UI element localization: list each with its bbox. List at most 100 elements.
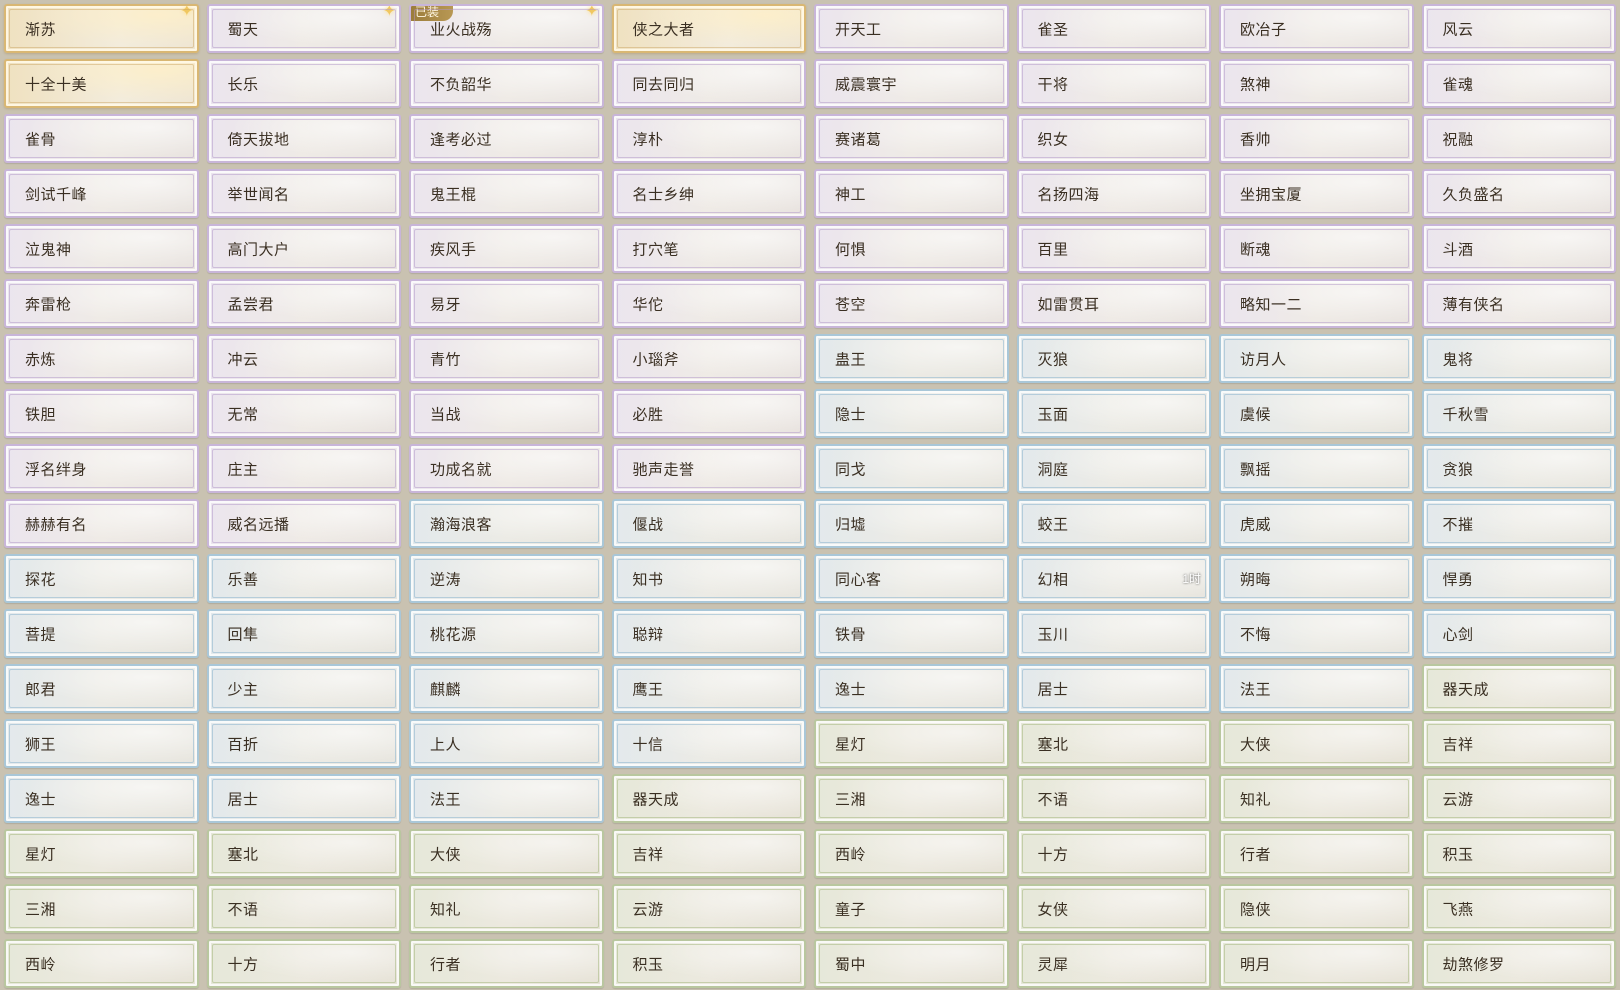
title-tile[interactable]: 无常 — [206, 389, 401, 438]
title-tile[interactable]: 蛊王 — [814, 334, 1009, 383]
title-tile[interactable]: 功成名就 — [409, 444, 604, 493]
title-tile[interactable]: 逆涛 — [409, 554, 604, 603]
title-tile[interactable]: 必胜 — [611, 389, 806, 438]
title-tile[interactable]: 不负韶华 — [409, 59, 604, 108]
title-tile[interactable]: 风云 — [1421, 4, 1616, 53]
title-tile[interactable]: 香帅 — [1219, 114, 1414, 163]
title-tile[interactable]: 蜀天 ✦ — [206, 4, 401, 53]
title-tile[interactable]: 淳朴 — [611, 114, 806, 163]
title-tile[interactable]: 逸士 — [814, 664, 1009, 713]
title-tile[interactable]: 星灯 — [814, 719, 1009, 768]
title-tile[interactable]: 煞神 — [1219, 59, 1414, 108]
title-tile[interactable]: 打穴笔 — [611, 224, 806, 273]
title-tile[interactable]: 坐拥宝厦 — [1219, 169, 1414, 218]
title-tile[interactable]: 同心客 — [814, 554, 1009, 603]
title-tile[interactable]: 鬼将 — [1421, 334, 1616, 383]
title-tile[interactable]: 庄主 — [206, 444, 401, 493]
title-tile[interactable]: 铁胆 — [4, 389, 199, 438]
title-tile[interactable]: 云游 — [1421, 774, 1616, 823]
title-tile[interactable]: 赛诸葛 — [814, 114, 1009, 163]
title-tile[interactable]: 同戈 — [814, 444, 1009, 493]
title-tile[interactable]: 干将 — [1016, 59, 1211, 108]
title-tile[interactable]: 冲云 — [206, 334, 401, 383]
title-tile[interactable]: 当战 — [409, 389, 604, 438]
title-tile[interactable]: 祝融 — [1421, 114, 1616, 163]
title-tile[interactable]: 上人 — [409, 719, 604, 768]
title-tile[interactable]: 开天工 — [814, 4, 1009, 53]
title-tile[interactable]: 雀魂 — [1421, 59, 1616, 108]
title-tile[interactable]: 知书 — [611, 554, 806, 603]
title-tile[interactable]: 居士 — [1016, 664, 1211, 713]
title-tile[interactable]: 赤炼 — [4, 334, 199, 383]
title-tile[interactable]: 法王 — [409, 774, 604, 823]
title-tile[interactable]: 知礼 — [409, 884, 604, 933]
title-tile[interactable]: 孟尝君 — [206, 279, 401, 328]
title-tile[interactable]: 铁骨 — [814, 609, 1009, 658]
title-tile[interactable]: 易牙 — [409, 279, 604, 328]
title-tile[interactable]: 浮名绊身 — [4, 444, 199, 493]
title-tile[interactable]: 百里 — [1016, 224, 1211, 273]
title-tile[interactable]: 雀骨 — [4, 114, 199, 163]
title-tile[interactable]: 洞庭 — [1016, 444, 1211, 493]
title-tile[interactable]: 归墟 — [814, 499, 1009, 548]
title-tile[interactable]: 玉川 — [1016, 609, 1211, 658]
title-tile[interactable]: 不语 — [206, 884, 401, 933]
title-tile[interactable]: 不悔 — [1219, 609, 1414, 658]
title-tile[interactable]: 鬼王棍 — [409, 169, 604, 218]
title-tile[interactable]: 西岭 — [4, 939, 199, 988]
title-tile[interactable]: 雀圣 — [1016, 4, 1211, 53]
title-tile[interactable]: 威震寰宇 — [814, 59, 1009, 108]
title-tile[interactable]: 劫煞修罗 — [1421, 939, 1616, 988]
title-tile[interactable]: 乐善 — [206, 554, 401, 603]
title-tile[interactable]: 三湘 — [4, 884, 199, 933]
title-tile[interactable]: 略知一二 — [1219, 279, 1414, 328]
title-tile[interactable]: 逢考必过 — [409, 114, 604, 163]
title-tile[interactable]: 名扬四海 — [1016, 169, 1211, 218]
title-tile[interactable]: 朔晦 — [1219, 554, 1414, 603]
title-tile[interactable]: 飞燕 — [1421, 884, 1616, 933]
title-tile[interactable]: 灵犀 — [1016, 939, 1211, 988]
title-tile[interactable]: 菩提 — [4, 609, 199, 658]
title-tile[interactable]: 逸士 — [4, 774, 199, 823]
title-tile[interactable]: 回隼 — [206, 609, 401, 658]
title-tile[interactable]: 不语 — [1016, 774, 1211, 823]
title-tile[interactable]: 桃花源 — [409, 609, 604, 658]
title-tile[interactable]: 剑试千峰 — [4, 169, 199, 218]
title-tile[interactable]: 器天成 — [611, 774, 806, 823]
title-tile[interactable]: 十方 — [206, 939, 401, 988]
title-tile[interactable]: 明月 — [1219, 939, 1414, 988]
title-tile[interactable]: 女侠 — [1016, 884, 1211, 933]
title-tile[interactable]: 飘摇 — [1219, 444, 1414, 493]
title-tile[interactable]: 千秋雪 — [1421, 389, 1616, 438]
title-tile[interactable]: 威名远播 — [206, 499, 401, 548]
title-tile[interactable]: 已装 业火战殇 ✦ — [409, 4, 604, 53]
title-tile[interactable]: 薄有侠名 — [1421, 279, 1616, 328]
title-tile[interactable]: 倚天拔地 — [206, 114, 401, 163]
title-tile[interactable]: 高门大户 — [206, 224, 401, 273]
title-tile[interactable]: 织女 — [1016, 114, 1211, 163]
title-tile[interactable]: 同去同归 — [611, 59, 806, 108]
title-tile[interactable]: 举世闻名 — [206, 169, 401, 218]
title-tile[interactable]: 如雷贯耳 — [1016, 279, 1211, 328]
title-tile[interactable]: 偃战 — [611, 499, 806, 548]
title-tile[interactable]: 居士 — [206, 774, 401, 823]
title-tile[interactable]: 隐侠 — [1219, 884, 1414, 933]
title-tile[interactable]: 百折 — [206, 719, 401, 768]
title-tile[interactable]: 不摧 — [1421, 499, 1616, 548]
title-tile[interactable]: 心剑 — [1421, 609, 1616, 658]
title-tile[interactable]: 华佗 — [611, 279, 806, 328]
title-tile[interactable]: 何惧 — [814, 224, 1009, 273]
title-tile[interactable]: 幻相 1时 — [1016, 554, 1211, 603]
title-tile[interactable]: 奔雷枪 — [4, 279, 199, 328]
title-tile[interactable]: 探花 — [4, 554, 199, 603]
title-tile[interactable]: 十全十美 — [4, 59, 199, 108]
title-tile[interactable]: 玉面 — [1016, 389, 1211, 438]
title-tile[interactable]: 斗酒 — [1421, 224, 1616, 273]
title-tile[interactable]: 吉祥 — [1421, 719, 1616, 768]
title-tile[interactable]: 疾风手 — [409, 224, 604, 273]
title-tile[interactable]: 久负盛名 — [1421, 169, 1616, 218]
title-tile[interactable]: 童子 — [814, 884, 1009, 933]
title-tile[interactable]: 麒麟 — [409, 664, 604, 713]
title-tile[interactable]: 长乐 — [206, 59, 401, 108]
title-tile[interactable]: 法王 — [1219, 664, 1414, 713]
